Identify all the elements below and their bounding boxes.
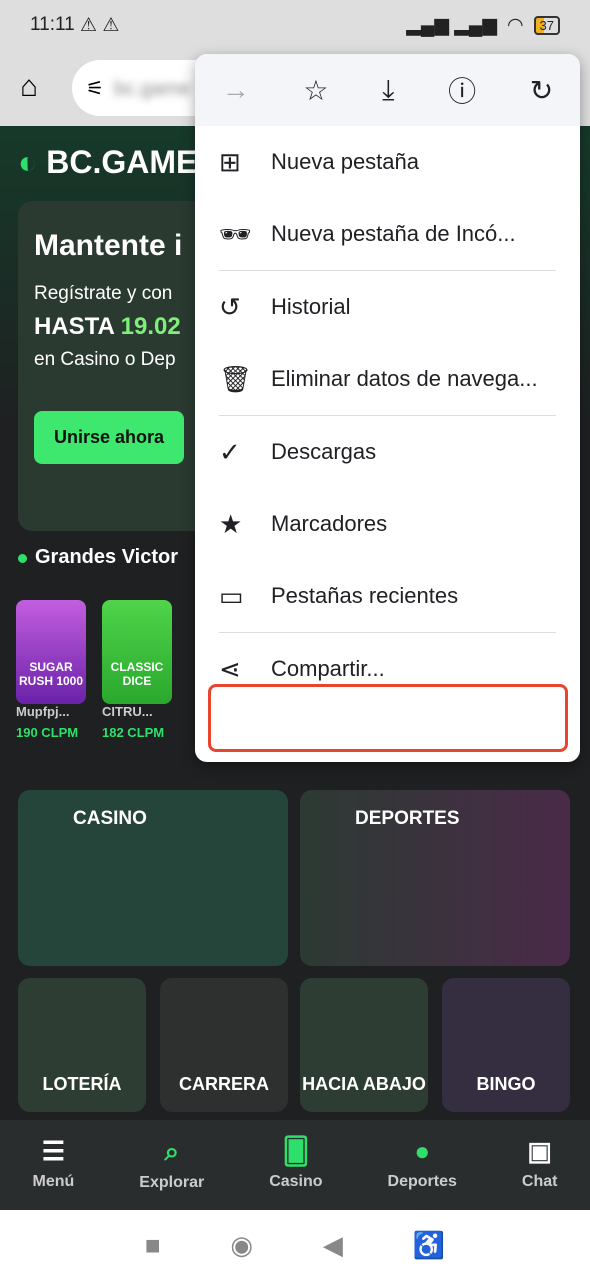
devices-icon: ▭ xyxy=(219,580,244,611)
recents-icon[interactable]: ■ xyxy=(145,1230,161,1261)
tile-casino[interactable]: CASINO xyxy=(18,790,288,966)
bookmark-star-icon[interactable]: ☆ xyxy=(303,74,328,107)
menu-history[interactable]: ↺ Historial xyxy=(195,271,580,343)
tile-carrera[interactable]: CARRERA xyxy=(160,978,288,1112)
warning-icon: ⚠ ⚠ xyxy=(80,14,120,36)
highlight-box xyxy=(208,684,568,752)
accessibility-icon[interactable]: ♿ xyxy=(413,1230,445,1261)
nav-sports[interactable]: ● Deportes xyxy=(388,1136,457,1210)
game-thumbnail: CLASSIC DICE xyxy=(102,600,172,704)
forward-icon[interactable]: → xyxy=(222,74,250,106)
share-icon: ⋖ xyxy=(219,653,241,684)
bottom-nav: ☰ Menú ⌕ Explorar 🂠 Casino ● Deportes ▣ Chat xyxy=(0,1120,590,1210)
game-card[interactable]: CLASSIC DICE CITRU... 182 CLPM xyxy=(102,600,172,740)
battery-icon: 37 xyxy=(533,15,560,35)
game-card[interactable]: SUGAR RUSH 1000 Mupfpj... 190 CLPM xyxy=(16,600,86,740)
system-nav: ■ ◉ ◀ ♿ xyxy=(0,1210,590,1280)
nav-explore[interactable]: ⌕ Explorar xyxy=(139,1136,204,1210)
menu-recent-tabs[interactable]: ▭ Pestañas recientes xyxy=(195,560,580,632)
menu-downloads[interactable]: ✓ Descargas xyxy=(195,416,580,488)
win-amount: 182 CLPM xyxy=(102,725,165,740)
url-text: bc.game xyxy=(113,78,191,100)
wifi-icon: ◠ xyxy=(506,14,524,36)
menu-new-tab[interactable]: ⊞ Nueva pestaña xyxy=(195,126,580,198)
tile-deportes[interactable]: DEPORTES xyxy=(300,790,570,966)
site-settings-icon[interactable]: ⚟ xyxy=(86,78,104,100)
nav-chat[interactable]: ▣ Chat xyxy=(522,1136,558,1210)
game-thumbnail: SUGAR RUSH 1000 xyxy=(16,600,86,704)
logo: ◐ BC.GAME xyxy=(18,144,198,180)
nav-casino[interactable]: 🂠 Casino xyxy=(269,1136,322,1210)
menu-bookmarks[interactable]: ★ Marcadores xyxy=(195,488,580,560)
player-name: Mupfpj... xyxy=(16,704,70,719)
big-wins-title: Grandes Victor xyxy=(18,546,178,569)
nav-menu[interactable]: ☰ Menú xyxy=(33,1136,75,1210)
trash-icon: 🗑 xyxy=(219,363,253,394)
back-icon[interactable]: ◀ xyxy=(323,1230,343,1261)
info-icon[interactable]: ⓘ xyxy=(448,70,476,110)
browser-menu: → ☆ ⤓ ⓘ ↻ ⊞ Nueva pestaña 🕶 Nueva pestaña … xyxy=(195,54,580,762)
check-download-icon: ✓ xyxy=(219,436,241,467)
win-amount: 190 CLPM xyxy=(16,725,79,740)
download-icon[interactable]: ⤓ xyxy=(382,74,394,107)
tile-hacia-abajo[interactable]: HACIA ABAJO xyxy=(300,978,428,1112)
signal-icon: ▂▄▆ ▂▄▆ xyxy=(406,14,497,36)
incognito-icon: 🕶 xyxy=(219,218,253,249)
chat-icon: ▣ xyxy=(527,1136,552,1166)
status-bar: 11:11 ⚠ ⚠ ▂▄▆ ▂▄▆ ◠ 37 xyxy=(0,0,590,50)
ball-icon: ● xyxy=(414,1136,431,1166)
star-icon: ★ xyxy=(219,508,243,539)
history-icon: ↺ xyxy=(219,291,241,322)
tile-bingo[interactable]: BINGO xyxy=(442,978,570,1112)
search-icon: ⌕ xyxy=(164,1136,180,1166)
join-button[interactable]: Unirse ahora xyxy=(34,411,185,464)
player-name: CITRU... xyxy=(102,704,153,719)
menu-icon: ☰ xyxy=(41,1136,66,1166)
home-icon[interactable]: ⌂ xyxy=(20,70,38,104)
menu-clear-data[interactable]: 🗑 Eliminar datos de navega... xyxy=(195,343,580,415)
tile-loteria[interactable]: LOTERÍA xyxy=(18,978,146,1112)
reload-icon[interactable]: ↻ xyxy=(530,74,553,107)
cards-icon: 🂠 xyxy=(282,1136,310,1166)
menu-incognito-tab[interactable]: 🕶 Nueva pestaña de Incó... xyxy=(195,198,580,270)
clock: 11:11 xyxy=(30,14,75,35)
home-circle-icon[interactable]: ◉ xyxy=(230,1230,253,1261)
plus-box-icon: ⊞ xyxy=(219,146,241,177)
menu-toolbar: → ☆ ⤓ ⓘ ↻ xyxy=(195,54,580,126)
